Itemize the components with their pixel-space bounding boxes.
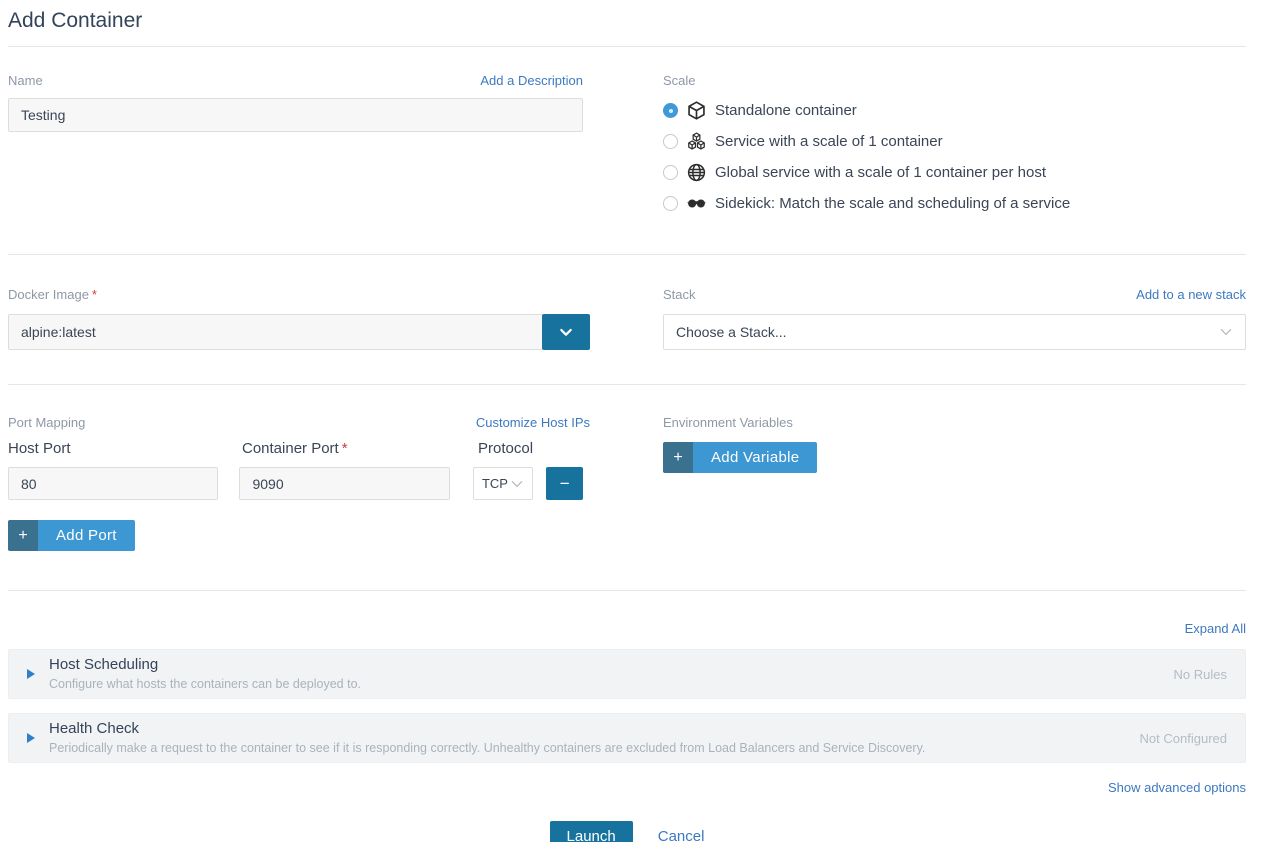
scale-column: Scale Standalone container [663, 73, 1246, 224]
add-port-label: Add Port [38, 520, 135, 551]
scale-option-label: Standalone container [715, 102, 857, 119]
page-title: Add Container [8, 0, 1246, 46]
container-port-input[interactable] [239, 467, 449, 500]
stack-select[interactable]: Choose a Stack... [663, 314, 1246, 350]
scale-option-label: Sidekick: Match the scale and scheduling… [715, 195, 1070, 212]
health-check-accordion[interactable]: Health Check Periodically make a request… [8, 713, 1246, 763]
add-variable-label: Add Variable [693, 442, 817, 473]
environment-variables-label: Environment Variables [663, 415, 793, 430]
remove-port-button[interactable]: − [546, 467, 583, 500]
scale-option-global[interactable]: Global service with a scale of 1 contain… [663, 162, 1246, 183]
required-asterisk: * [92, 287, 97, 302]
scale-label: Scale [663, 73, 696, 88]
radio-icon [663, 165, 678, 180]
protocol-label: Protocol [478, 440, 533, 457]
port-field-labels: Host Port Container Port* Protocol [8, 440, 583, 458]
container-port-label: Container Port* [242, 440, 348, 457]
customize-host-ips-link[interactable]: Customize Host IPs [476, 415, 590, 430]
protocol-select[interactable]: TCP [473, 467, 533, 500]
radio-icon [663, 134, 678, 149]
add-variable-button[interactable]: + Add Variable [663, 442, 817, 473]
host-port-input[interactable] [8, 467, 218, 500]
name-column: Name Add a Description [8, 73, 583, 224]
port-mapping-label: Port Mapping [8, 415, 85, 430]
port-mapping-column: Port Mapping Customize Host IPs Host Por… [8, 415, 583, 560]
globe-icon [686, 162, 707, 183]
cancel-button[interactable]: Cancel [658, 828, 705, 842]
add-new-stack-link[interactable]: Add to a new stack [1136, 287, 1246, 302]
status-badge: No Rules [1174, 667, 1227, 682]
add-port-button[interactable]: + Add Port [8, 520, 135, 551]
name-label: Name [8, 73, 43, 88]
docker-image-input[interactable] [8, 314, 542, 350]
caret-right-icon [27, 733, 35, 743]
plus-icon: + [8, 520, 38, 551]
scale-option-sidekick[interactable]: Sidekick: Match the scale and scheduling… [663, 193, 1246, 214]
minus-icon: − [560, 474, 570, 493]
scale-option-label: Service with a scale of 1 container [715, 133, 943, 150]
environment-column: Environment Variables + Add Variable [663, 415, 1246, 560]
service-cubes-icon [686, 131, 707, 152]
accordion-title: Health Check [49, 719, 1120, 739]
show-advanced-options-link[interactable]: Show advanced options [1108, 780, 1246, 795]
expand-all-link[interactable]: Expand All [1185, 621, 1246, 636]
port-mapping-row: TCP − [8, 467, 583, 500]
advanced-sections: Expand All Host Scheduling Configure wha… [8, 591, 1246, 795]
radio-icon [663, 196, 678, 211]
scale-option-standalone[interactable]: Standalone container [663, 100, 1246, 121]
add-container-form: Add Container Name Add a Description Sca… [0, 0, 1263, 842]
stack-select-value: Choose a Stack... [676, 324, 787, 340]
cube-icon [686, 100, 707, 121]
name-input[interactable] [8, 98, 583, 132]
protocol-select-value: TCP [482, 476, 508, 491]
docker-image-dropdown-button[interactable] [542, 314, 590, 350]
host-port-label: Host Port [8, 440, 71, 457]
docker-image-label: Docker Image* [8, 287, 97, 302]
ports-env-row: Port Mapping Customize Host IPs Host Por… [8, 385, 1246, 590]
image-stack-row: Docker Image* Stack Add to a new stack [8, 255, 1246, 384]
name-scale-row: Name Add a Description Scale Standalone … [8, 47, 1246, 254]
accordion-title: Host Scheduling [49, 655, 1154, 675]
radio-selected-icon [663, 103, 678, 118]
accordion-description: Configure what hosts the containers can … [49, 676, 1154, 693]
docker-image-combo [8, 314, 590, 350]
caret-right-icon [27, 669, 35, 679]
stack-column: Stack Add to a new stack Choose a Stack.… [663, 287, 1246, 350]
accordion-description: Periodically make a request to the conta… [49, 740, 1120, 757]
add-description-link[interactable]: Add a Description [480, 73, 583, 88]
status-badge: Not Configured [1140, 731, 1227, 746]
chevron-down-icon [1219, 325, 1233, 339]
scale-option-label: Global service with a scale of 1 contain… [715, 164, 1046, 181]
form-actions: Launch Cancel [8, 821, 1246, 842]
docker-image-column: Docker Image* [8, 287, 583, 350]
plus-icon: + [663, 442, 693, 473]
scale-option-service[interactable]: Service with a scale of 1 container [663, 131, 1246, 152]
chevron-down-icon [510, 477, 524, 491]
stack-label: Stack [663, 287, 696, 302]
launch-button[interactable]: Launch [550, 821, 633, 842]
required-asterisk: * [342, 440, 348, 457]
chevron-down-icon [558, 324, 574, 340]
sidekick-mask-icon [686, 193, 707, 214]
host-scheduling-accordion[interactable]: Host Scheduling Configure what hosts the… [8, 649, 1246, 699]
